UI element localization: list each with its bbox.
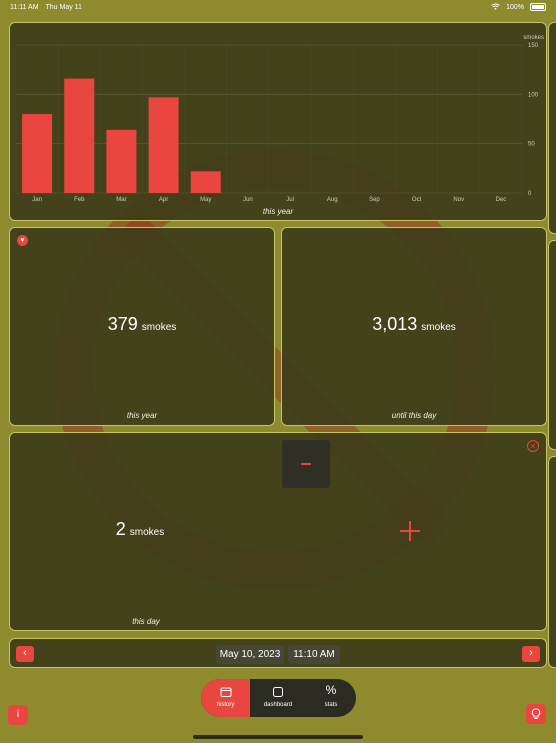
x-tick-label: Mar: [116, 197, 126, 203]
x-tick-label: Dec: [496, 197, 507, 203]
status-bar: 11:11 AM Thu May 11 100%: [0, 0, 556, 14]
x-tick-label: Sep: [369, 197, 380, 203]
heart-icon[interactable]: ♥: [17, 235, 28, 246]
x-tick-label: Jun: [243, 197, 253, 203]
monthly-chart-panel: 0 50 100 150 smokes Jan Feb Mar Apr May Jun Jul Aug S…: [9, 22, 547, 221]
bar-chart: 0 50 100 150 smokes Jan Feb Mar Apr May Jun Jul Aug S…: [15, 35, 544, 203]
year-total-value: 379 smokes: [107, 314, 177, 334]
x-tick-label: Aug: [327, 197, 338, 203]
x-tick-label: May: [200, 197, 211, 203]
y-tick-label: 100: [528, 92, 539, 98]
bar-jan: [22, 114, 53, 193]
chart-caption: this year: [262, 207, 294, 216]
y-tick-label: 150: [528, 43, 539, 49]
y-axis-label: smokes: [523, 35, 544, 41]
tab-dashboard[interactable]: dashboard: [250, 679, 306, 717]
all-time-total-value: 3,013 smokes: [372, 314, 456, 334]
status-time: 11:11 AM: [10, 3, 39, 11]
tab-stats-label: stats: [324, 702, 338, 708]
x-tick-label: Nov: [453, 197, 464, 203]
time-picker[interactable]: 11:10 AM: [288, 645, 340, 664]
next-day-button[interactable]: ›: [522, 646, 540, 662]
bar-apr: [148, 97, 179, 193]
y-tick-label: 50: [528, 142, 535, 148]
day-card-caption: this day: [132, 617, 160, 626]
x-tick-label: Feb: [74, 197, 85, 203]
previous-day-button[interactable]: ‹: [16, 646, 34, 662]
close-circle-icon[interactable]: ×: [527, 440, 539, 452]
tab-stats[interactable]: % stats: [306, 679, 356, 717]
increment-plus-icon[interactable]: [400, 521, 420, 541]
info-button[interactable]: i: [8, 705, 28, 725]
battery-icon: [530, 3, 546, 11]
date-picker[interactable]: May 10, 2023: [216, 645, 284, 664]
bar-mar: [106, 129, 137, 193]
day-count-card: × 2 smokes this day: [9, 432, 547, 631]
tips-button[interactable]: [526, 704, 546, 724]
next-page-panel-edge: [548, 240, 556, 450]
y-tick-label: 0: [528, 191, 532, 197]
day-count-value: 2 smokes: [115, 519, 165, 539]
battery-percent: 100%: [506, 3, 524, 11]
x-tick-label: Jan: [32, 197, 42, 203]
all-time-card-caption: until this day: [391, 411, 437, 420]
x-tick-label: Apr: [159, 197, 168, 203]
calendar-icon: [220, 687, 231, 697]
tab-bar: history dashboard % stats: [201, 679, 356, 717]
square-icon: [273, 687, 283, 697]
status-date: Thu May 11: [45, 3, 82, 11]
tab-dashboard-label: dashboard: [263, 702, 293, 708]
home-indicator: [193, 735, 363, 739]
year-total-card[interactable]: ♥ 379 smokes this year: [9, 227, 275, 426]
x-tick-label: Jul: [286, 197, 294, 203]
x-tick-label: Oct: [412, 197, 422, 203]
percent-icon: %: [325, 683, 337, 697]
wifi-icon: [491, 3, 500, 12]
tab-history-label: history: [216, 702, 235, 708]
date-navigation-bar: ‹ May 10, 2023 11:10 AM ›: [9, 638, 547, 668]
next-page-panel-edge: [548, 22, 556, 234]
info-icon: i: [16, 709, 20, 720]
bar-feb: [64, 78, 95, 193]
lightbulb-icon: [531, 708, 541, 719]
minus-icon: [301, 463, 311, 465]
year-card-caption: this year: [126, 411, 158, 420]
tab-history[interactable]: history: [201, 679, 250, 717]
all-time-total-card[interactable]: 3,013 smokes until this day: [281, 227, 547, 426]
decrement-button[interactable]: [282, 440, 330, 488]
next-page-panel-edge: [548, 456, 556, 668]
bar-may: [190, 171, 221, 193]
